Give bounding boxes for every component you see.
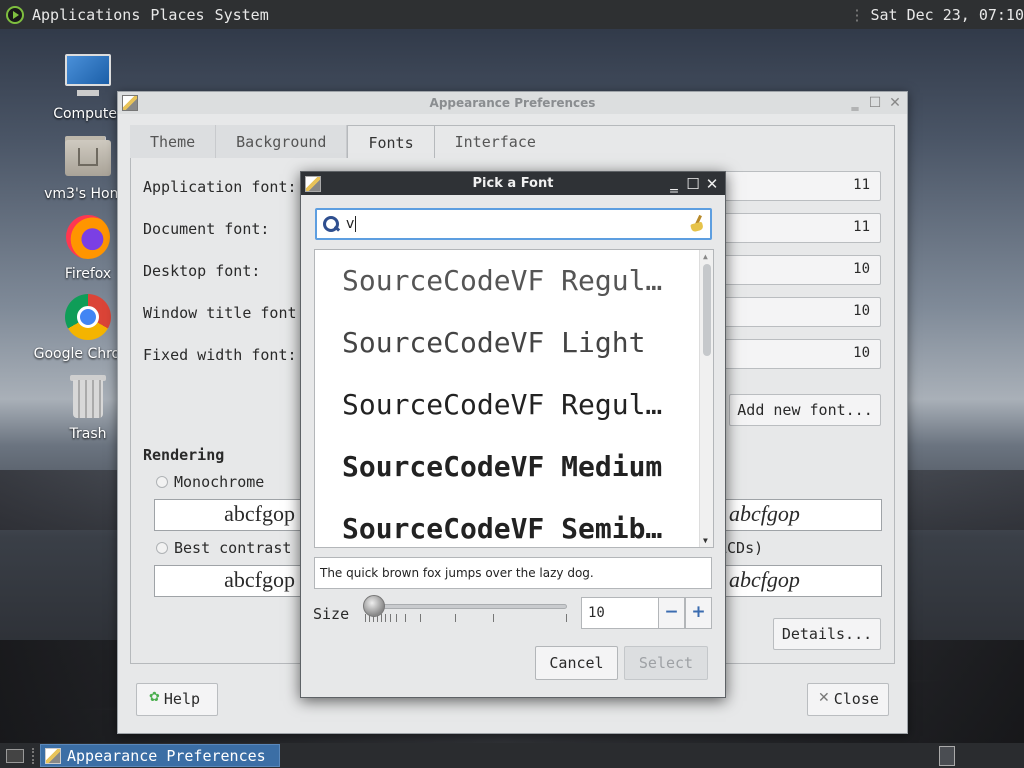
close-icon[interactable]: ✕: [704, 176, 720, 192]
scroll-up-icon[interactable]: ▲: [703, 252, 708, 261]
font-size-value: 10: [853, 345, 870, 361]
pick-font-dialog: Pick a Font ‗ ☐ ✕ v SourceCodeVF Regul… …: [300, 171, 726, 698]
window-titlebar[interactable]: Appearance Preferences ‗ ☐ ✕: [118, 92, 907, 114]
maximize-icon[interactable]: ☐: [685, 176, 701, 192]
monochrome-sample: abcfgop: [154, 499, 304, 531]
font-list-item[interactable]: SourceCodeVF Medium: [315, 436, 713, 498]
firefox-icon: [63, 212, 113, 262]
help-button[interactable]: ✿ Help: [136, 683, 218, 716]
font-list-item[interactable]: SourceCodeVF Light: [315, 312, 713, 374]
tab-interface[interactable]: Interface: [435, 125, 556, 158]
size-spin-input[interactable]: 10: [581, 597, 659, 629]
monochrome-option[interactable]: Monochrome: [156, 473, 264, 491]
font-list-item[interactable]: SourceCodeVF Regul…: [315, 374, 713, 436]
fixed-width-font-row: Fixed width font:: [143, 341, 297, 369]
application-font-label: Application font:: [143, 178, 297, 196]
search-value: v: [346, 216, 357, 232]
size-increment-button[interactable]: +: [685, 597, 712, 629]
font-size-value: 11: [853, 219, 870, 235]
bottom-taskbar: Appearance Preferences: [0, 743, 1024, 768]
clear-broom-icon[interactable]: [690, 215, 706, 233]
size-decrement-button[interactable]: −: [658, 597, 685, 629]
scrollbar-thumb[interactable]: [703, 264, 711, 356]
add-new-font-button[interactable]: Add new font...: [729, 394, 881, 426]
menu-system[interactable]: System: [215, 6, 269, 24]
close-button[interactable]: ✕ Close: [807, 683, 889, 716]
close-icon[interactable]: ✕: [887, 95, 903, 111]
lcd-sample: abcfgop: [722, 565, 882, 597]
maximize-icon[interactable]: ☐: [867, 95, 883, 111]
fixed-width-font-button[interactable]: 10: [723, 339, 881, 369]
help-icon: ✿: [149, 690, 160, 705]
font-list-item[interactable]: SourceCodeVF Semib…: [315, 498, 713, 547]
desktop-font-row: Desktop font:: [143, 257, 260, 285]
font-size-value: 11: [853, 177, 870, 193]
desktop-font-button[interactable]: 10: [723, 255, 881, 285]
dialog-title: Pick a Font: [472, 176, 554, 191]
radio-button[interactable]: [156, 476, 168, 488]
best-contrast-sample: abcfgop: [154, 565, 304, 597]
minimize-icon[interactable]: ‗: [666, 176, 682, 192]
select-button[interactable]: Select: [624, 646, 708, 680]
font-size-value: 10: [853, 303, 870, 319]
minimize-icon[interactable]: ‗: [847, 95, 863, 111]
clock[interactable]: Sat Dec 23, 07:10: [870, 6, 1024, 24]
computer-icon: [63, 52, 113, 102]
top-panel: Applications Places System ⋮ Sat Dec 23,…: [0, 0, 1024, 29]
font-list-item[interactable]: SourceCodeVF Regul…: [315, 250, 713, 312]
scroll-down-icon[interactable]: ▼: [703, 536, 708, 545]
font-list-scrollbar[interactable]: ▲ ▼: [699, 250, 713, 547]
rendering-heading: Rendering: [143, 446, 225, 464]
font-search-input[interactable]: v: [315, 208, 712, 240]
document-font-label: Document font:: [143, 220, 270, 238]
subpixel-sample: abcfgop: [722, 499, 882, 531]
home-folder-icon: [63, 132, 113, 182]
size-slider-knob[interactable]: [363, 595, 385, 617]
size-slider-ticks: [365, 614, 567, 626]
fixed-width-font-label: Fixed width font:: [143, 346, 297, 364]
application-font-button[interactable]: 11: [723, 171, 881, 201]
font-size-value: 10: [853, 261, 870, 277]
radio-button[interactable]: [156, 542, 168, 554]
desktop-font-label: Desktop font:: [143, 262, 261, 280]
chrome-icon: [63, 292, 113, 342]
window-title-font-row: Window title font:: [143, 299, 306, 327]
menu-places[interactable]: Places: [150, 6, 204, 24]
panel-handle-icon: [32, 747, 38, 764]
tab-background[interactable]: Background: [216, 125, 348, 158]
details-button[interactable]: Details...: [773, 618, 881, 650]
monochrome-label: Monochrome: [174, 473, 265, 491]
dialog-titlebar[interactable]: Pick a Font ‗ ☐ ✕: [301, 172, 725, 195]
size-label: Size: [313, 605, 350, 623]
taskbar-item-label: Appearance Preferences: [67, 746, 266, 765]
best-contrast-option[interactable]: Best contrast: [156, 539, 291, 557]
application-font-row: Application font:: [143, 173, 297, 201]
window-title-font-button[interactable]: 10: [723, 297, 881, 327]
distro-logo-icon[interactable]: [6, 5, 24, 24]
panel-handle-icon: ⋮: [849, 5, 864, 24]
taskbar-item-appearance[interactable]: Appearance Preferences: [40, 744, 280, 767]
size-slider[interactable]: [365, 604, 567, 609]
search-icon: [322, 215, 340, 233]
tab-fonts[interactable]: Fonts: [347, 125, 435, 158]
document-font-row: Document font:: [143, 215, 269, 243]
font-preview-field[interactable]: The quick brown fox jumps over the lazy …: [314, 557, 712, 589]
cancel-button[interactable]: Cancel: [535, 646, 618, 680]
workspace-switcher[interactable]: [939, 746, 955, 766]
tab-bar: Theme Background Fonts Interface: [130, 125, 556, 158]
trash-icon: [63, 372, 113, 422]
appearance-app-icon: [45, 747, 61, 764]
tab-theme[interactable]: Theme: [130, 125, 217, 158]
close-icon: ✕: [818, 690, 830, 706]
best-contrast-label: Best contrast: [174, 539, 292, 557]
menu-applications[interactable]: Applications: [32, 6, 140, 24]
window-title: Appearance Preferences: [429, 96, 596, 110]
window-title-font-label: Window title font:: [143, 304, 306, 322]
help-label: Help: [163, 690, 201, 708]
font-list[interactable]: SourceCodeVF Regul… SourceCodeVF Light S…: [314, 249, 714, 548]
close-label: Close: [833, 690, 879, 708]
document-font-button[interactable]: 11: [723, 213, 881, 243]
show-desktop-icon[interactable]: [6, 748, 24, 763]
